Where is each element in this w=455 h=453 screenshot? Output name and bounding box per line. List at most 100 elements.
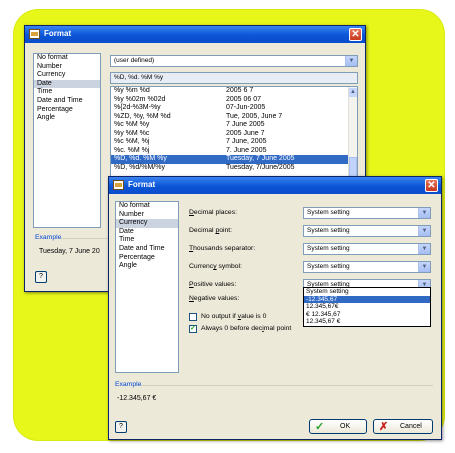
format-code: %y %02m %02d [114,95,166,103]
format-select[interactable]: (user defined) ▼ [110,55,358,67]
help-icon: ? [119,423,123,430]
list-item[interactable]: Percentage [116,254,178,263]
category-list[interactable]: No format Number Currency Date Time Date and … [115,201,179,373]
dropdown-option[interactable]: 12.345,67 € [304,318,430,326]
chevron-down-icon[interactable]: ▼ [418,226,430,236]
decimal-point-select[interactable]: System setting ▼ [303,225,431,237]
format-code: %D, %d. %M %y [114,155,167,162]
ok-label: OK [340,423,351,430]
list-item[interactable]: No format [34,54,100,63]
chevron-down-icon[interactable]: ▼ [418,208,430,218]
help-button[interactable]: ? [115,421,127,433]
list-item[interactable]: Date and Time [116,245,178,254]
divider [141,385,433,386]
dropdown-option[interactable]: -12.345,67 [304,295,430,304]
format-code-input[interactable]: %D, %d. %M %y [110,72,358,84]
format-code: %y %M %c [114,129,150,137]
help-icon: ? [39,273,43,280]
format-preview: 07-Jun-2005 [226,104,266,111]
format-preview: 2005 06 07 [226,95,262,103]
list-item[interactable]: Currency [116,219,178,228]
decimal-places-label: Decimal places: [189,209,237,216]
list-item[interactable]: Date and Time [34,97,100,106]
format-preview: 7 June, 2005 [226,138,267,145]
list-item[interactable]: Percentage [34,106,100,115]
list-item[interactable]: Date [116,228,178,237]
format-row[interactable]: %c %M %y 7 June 2005 [111,121,357,130]
format-code: %c %M %y [114,121,150,128]
no-output-label: No output if value is 0 [201,313,267,320]
list-item[interactable]: Currency [34,71,100,80]
format-preview: 7. June 2005 [226,146,267,154]
format-row[interactable]: %y %M %c 2005 June 7 [111,130,357,139]
currency-symbol-value: System setting [307,263,350,270]
format-preview: Tuesday, 7/June/2005 [226,163,295,171]
dropdown-option[interactable]: System setting [304,288,430,296]
list-item[interactable]: Number [34,63,100,72]
no-output-checkbox[interactable] [189,313,197,321]
title-bar: Format ✕ [25,26,365,43]
thousands-separator-label: Thousands separator: [189,245,256,252]
format-row[interactable]: %D, %d/%M/%y Tuesday, 7/June/2005 [111,164,357,173]
list-item[interactable]: Date [34,79,100,89]
thousands-separator-select[interactable]: System setting ▼ [303,243,431,255]
decimal-places-select[interactable]: System setting ▼ [303,207,431,219]
format-code: %{2d-%3M-%y [114,104,161,111]
decimal-places-value: System setting [307,209,350,216]
format-code: %D, %d/%M/%y [114,163,165,171]
negative-values-label: Negative values: [189,295,240,302]
format-row[interactable]: %c %M, %j 7 June, 2005 [111,138,357,147]
format-preview: 2005 6 7 [226,87,254,94]
format-code: %ZD, %y, %M %d [114,112,171,120]
cancel-x-icon: ✗ [379,421,389,433]
list-item[interactable]: Time [34,88,100,97]
format-code-value: %D, %d. %M %y [114,74,164,81]
list-item[interactable]: Angle [34,114,100,123]
list-item[interactable]: Angle [116,262,178,271]
checkmark-icon: ✓ [315,421,325,433]
currency-symbol-select[interactable]: System setting ▼ [303,261,431,273]
cancel-label: Cancel [400,423,422,430]
cancel-button[interactable]: ✗ Cancel [373,419,433,434]
help-button[interactable]: ? [35,271,47,283]
format-row[interactable]: %y %02m %02d 2005 06 07 [111,96,357,105]
dropdown-option[interactable]: € 12.345,67 [304,311,430,319]
format-preview: 2005 June 7 [226,129,265,137]
example-value: Tuesday, 7 June 20 [39,248,100,255]
format-row[interactable]: %y %m %d 2005 6 7 [111,87,357,96]
app-icon [113,180,124,190]
format-code: %c %M, %j [114,138,150,145]
example-label: Example [35,234,62,241]
dropdown-option[interactable]: 12.345,67€ [304,303,430,311]
category-list[interactable]: No format Number Currency Date Time Date and … [33,53,101,228]
example-label: Example [115,381,142,388]
format-row[interactable]: %{2d-%3M-%y 07-Jun-2005 [111,104,357,113]
format-code: %y %m %d [114,87,150,94]
ok-button[interactable]: ✓ OK [309,419,367,434]
title-bar: Format ✕ [109,177,441,194]
list-item[interactable]: Time [116,236,178,245]
window-title: Format [128,180,156,189]
list-item[interactable]: Number [116,211,178,220]
example-value: -12.345,67 € [117,395,157,402]
close-button[interactable]: ✕ [425,179,438,192]
chevron-down-icon[interactable]: ▼ [345,56,357,66]
format-list[interactable]: %y %m %d 2005 6 7 %y %02m %02d 2005 06 07 %{… [110,86,358,181]
chevron-down-icon[interactable]: ▼ [418,244,430,254]
chevron-down-icon[interactable]: ▼ [418,262,430,272]
scrollbar[interactable]: ▲ [348,87,357,180]
scroll-thumb[interactable] [349,157,357,177]
positive-values-label: Positive values: [189,281,237,288]
close-button[interactable]: ✕ [349,28,362,41]
negative-values-dropdown[interactable]: System setting -12.345,67 12.345,67€ € 12.3… [303,287,431,327]
format-preview: 7 June 2005 [226,121,265,128]
format-code: %c. %M %j [114,146,150,154]
scroll-up-icon[interactable]: ▲ [349,88,357,97]
list-item[interactable]: No format [116,202,178,211]
always-zero-checkbox[interactable]: ✓ [189,325,197,333]
format-row[interactable]: %D, %d. %M %y Tuesday, 7 June 2005 [111,155,357,164]
app-icon [29,29,40,39]
format-row[interactable]: %ZD, %y, %M %d Tue, 2005, June 7 [111,113,357,122]
currency-symbol-label: Currency symbol: [189,263,242,270]
format-row[interactable]: %c. %M %j 7. June 2005 [111,147,357,156]
